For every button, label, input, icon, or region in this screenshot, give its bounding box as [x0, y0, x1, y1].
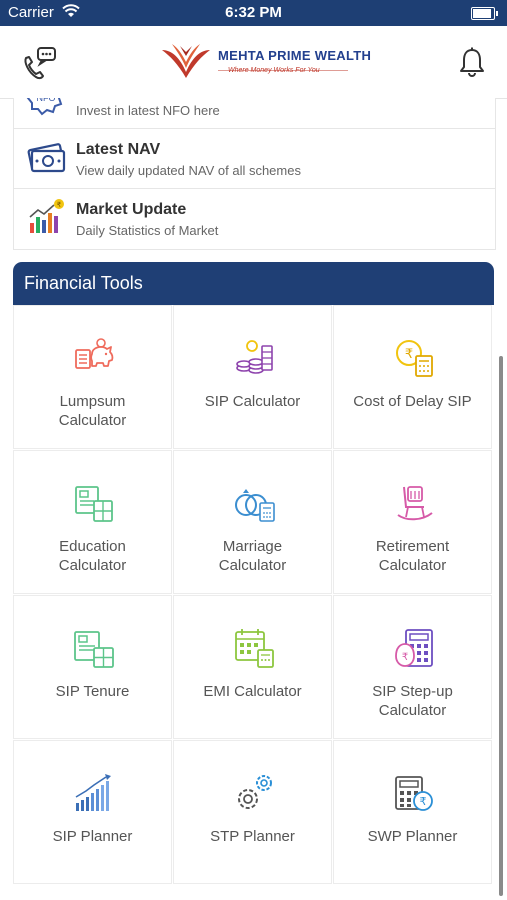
service-title: Market Update — [76, 201, 187, 218]
tool-label: SIP Tenure — [55, 683, 130, 700]
tool-sip-calculator[interactable]: SIP Calculator — [173, 305, 332, 449]
tool-emi-calculator[interactable]: EMI Calculator — [173, 595, 332, 739]
tool-label: STP Planner — [210, 828, 295, 845]
sip-tenure-icon — [72, 626, 116, 670]
tool-retirement-calculator[interactable]: Retirement Calculator — [333, 450, 492, 594]
clock: 6:32 PM — [225, 4, 282, 21]
scrollbar[interactable] — [499, 356, 503, 896]
swp-calculator-icon: ₹ — [392, 771, 436, 815]
coins-icon — [232, 336, 276, 380]
gears-icon — [232, 771, 276, 815]
tool-lumpsum-calculator[interactable]: Lumpsum Calculator — [13, 305, 172, 449]
bar-graph-icon — [72, 771, 116, 815]
tool-label: SIP Calculator — [204, 393, 301, 410]
tool-education-calculator[interactable]: Education Calculator — [13, 450, 172, 594]
service-subtitle: Daily Statistics of Market — [76, 223, 219, 238]
tool-label: Retirement Calculator — [375, 538, 450, 574]
calendar-calculator-icon — [232, 626, 276, 670]
rings-icon — [232, 481, 276, 525]
tool-marriage-calculator[interactable]: Marriage Calculator — [173, 450, 332, 594]
tool-label: Education Calculator — [58, 538, 127, 574]
section-title: Financial Tools — [24, 273, 143, 293]
service-item-market-update[interactable]: ₹ Market Update Daily Statistics of Mark… — [14, 188, 495, 249]
nfo-icon: NFO — [26, 98, 66, 117]
svg-text:₹: ₹ — [402, 652, 408, 663]
tool-label: EMI Calculator — [203, 683, 302, 700]
tool-sip-tenure[interactable]: SIP Tenure — [13, 595, 172, 739]
tool-label: Marriage Calculator — [218, 538, 287, 574]
piggy-bank-icon — [72, 336, 116, 380]
tool-label: Cost of Delay SIP — [353, 393, 472, 410]
financial-tools-header: Financial Tools — [13, 262, 494, 305]
svg-text:₹: ₹ — [57, 201, 62, 209]
rocking-chair-icon — [392, 481, 436, 525]
tool-label: SWP Planner — [367, 828, 458, 845]
main-content[interactable]: NFO Invest in latest NFO here Latest NAV… — [0, 98, 507, 900]
services-list: NFO Invest in latest NFO here Latest NAV… — [13, 98, 496, 250]
tool-stp-planner[interactable]: STP Planner — [173, 740, 332, 884]
brand-name: MEHTA PRIME WEALTH — [218, 48, 372, 63]
tool-label: SIP Planner — [52, 828, 133, 845]
app-header: MEHTA PRIME WEALTH Where Money Works For… — [0, 26, 507, 99]
tool-sip-planner[interactable]: SIP Planner — [13, 740, 172, 884]
education-calculator-icon — [72, 481, 116, 525]
service-title: Latest NAV — [76, 141, 161, 158]
brand-emblem-icon — [162, 44, 210, 78]
status-bar: Carrier 6:32 PM — [0, 0, 507, 26]
service-item-nfo[interactable]: NFO Invest in latest NFO here — [14, 98, 495, 129]
notification-bell-icon[interactable] — [457, 46, 487, 83]
nav-icon — [26, 137, 66, 177]
tool-label: SIP Step-up Calculator — [372, 683, 453, 719]
service-item-latest-nav[interactable]: Latest NAV View daily updated NAV of all… — [14, 128, 495, 189]
brand-tagline: Where Money Works For You — [228, 67, 320, 74]
tool-cost-of-delay-sip[interactable]: ₹ Cost of Delay SIP — [333, 305, 492, 449]
svg-text:₹: ₹ — [420, 796, 427, 808]
tool-label: Lumpsum Calculator — [58, 393, 127, 429]
svg-text:₹: ₹ — [405, 346, 413, 361]
step-up-calculator-icon: ₹ — [392, 626, 436, 670]
market-update-icon: ₹ — [26, 197, 66, 237]
svg-text:NFO: NFO — [37, 98, 56, 103]
tool-sip-step-up-calculator[interactable]: ₹ SIP Step-up Calculator — [333, 595, 492, 739]
rupee-calculator-icon: ₹ — [392, 336, 436, 380]
service-subtitle: Invest in latest NFO here — [76, 103, 220, 118]
tool-swp-planner[interactable]: ₹ SWP Planner — [333, 740, 492, 884]
service-subtitle: View daily updated NAV of all schemes — [76, 163, 301, 178]
call-chat-icon[interactable] — [18, 44, 58, 89]
brand-logo: MEHTA PRIME WEALTH Where Money Works For… — [158, 40, 371, 84]
battery-icon — [471, 7, 498, 20]
